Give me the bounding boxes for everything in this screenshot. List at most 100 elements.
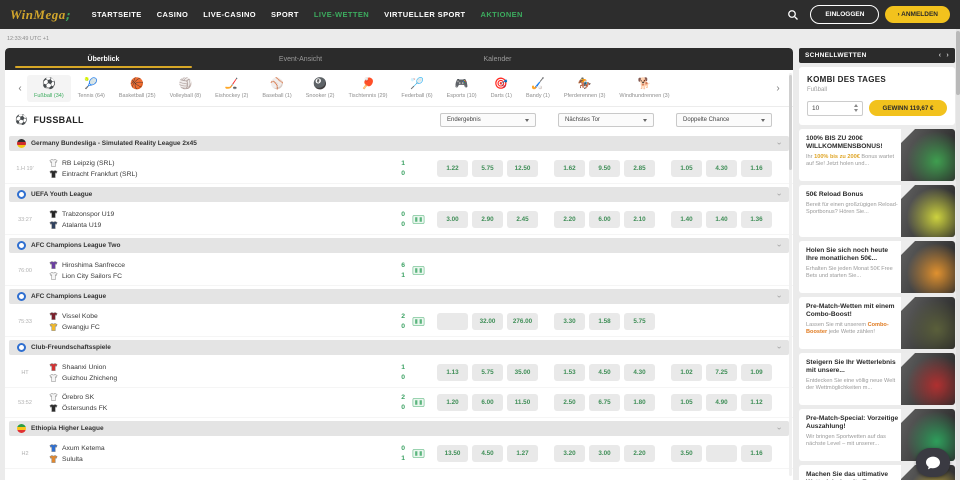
league-header-germany-bundesliga-simulated-reality-league-2x45[interactable]: Germany Bundesliga - Simulated Reality L… (9, 136, 789, 151)
odd-button[interactable]: 276.00 (507, 313, 538, 330)
odd-button[interactable]: 1.53 (554, 364, 585, 381)
match-teams[interactable]: Hiroshima Sanfrecce Lion City Sailors FC (45, 261, 393, 280)
match-teams[interactable]: Shaanxi Union Guizhou Zhicheng (45, 363, 393, 382)
odd-button[interactable]: 5.75 (472, 364, 503, 381)
stats-icon[interactable] (412, 445, 425, 463)
odd-button[interactable]: 12.50 (507, 160, 538, 177)
odd-button[interactable]: 3.00 (589, 445, 620, 462)
odd-button[interactable]: 13.50 (437, 445, 468, 462)
league-header-ethiopia-higher-league[interactable]: Ethiopia Higher League › (9, 421, 789, 436)
stats-icon[interactable] (412, 211, 425, 229)
odd-button[interactable]: 5.75 (472, 160, 503, 177)
market-select-2[interactable]: Nächstes Tor (558, 113, 654, 127)
match-teams[interactable]: Trabzonspor U19 Atalanta U19 (45, 210, 393, 229)
promo-card[interactable]: 100% BIS ZU 200€ WILLKOMMENSBONUS! Ihr 10… (799, 129, 955, 181)
sport-item-pferderennen[interactable]: 🏇 Pferderennen (3) (557, 75, 613, 102)
odd-button[interactable]: 2.85 (624, 160, 655, 177)
odd-button[interactable]: 11.50 (507, 394, 538, 411)
league-header-afc-champions-league-two[interactable]: AFC Champions League Two › (9, 238, 789, 253)
stats-icon[interactable] (412, 313, 425, 331)
chevron-left-icon[interactable]: ‹ (13, 83, 27, 94)
sport-item-tischtennis[interactable]: 🏓 Tischtennis (29) (342, 75, 395, 102)
odd-button[interactable]: 1.62 (554, 160, 585, 177)
sport-item-tennis[interactable]: 🎾 Tennis (64) (71, 75, 112, 102)
odd-button-blank[interactable] (706, 445, 737, 462)
step-down-icon[interactable] (854, 108, 858, 112)
odd-button[interactable]: 1.02 (671, 364, 702, 381)
match-teams[interactable]: RB Leipzig (SRL) Eintracht Frankfurt (SRL… (45, 159, 393, 178)
market-select-3[interactable]: Doppelte Chance (676, 113, 772, 127)
odd-button[interactable]: 3.50 (671, 445, 702, 462)
sport-item-basketball[interactable]: 🏀 Basketball (25) (112, 75, 163, 102)
odd-button[interactable]: 4.90 (706, 394, 737, 411)
chevron-right-icon[interactable]: › (771, 83, 785, 94)
nav-item-virtueller-sport[interactable]: VIRTUELLER SPORT (384, 10, 465, 19)
odd-button-blank[interactable] (437, 313, 468, 330)
stake-stepper[interactable] (854, 104, 858, 112)
content-scrollbar[interactable] (789, 73, 792, 476)
nav-item-aktionen[interactable]: AKTIONEN (481, 10, 523, 19)
odd-button[interactable]: 2.20 (624, 445, 655, 462)
nav-item-startseite[interactable]: STARTSEITE (92, 10, 142, 19)
odd-button[interactable]: 4.30 (624, 364, 655, 381)
sport-item-darts[interactable]: 🎯 Darts (1) (484, 75, 519, 102)
match-teams[interactable]: Axum Ketema Sululta (45, 444, 393, 463)
odd-button[interactable]: 6.00 (472, 394, 503, 411)
odd-button[interactable]: 35.00 (507, 364, 538, 381)
register-button[interactable]: › ANMELDEN (885, 6, 950, 23)
odd-button[interactable]: 4.50 (472, 445, 503, 462)
odd-button[interactable]: 1.16 (741, 445, 772, 462)
match-row[interactable]: 1.H 19' RB Leipzig (SRL) Eintracht Frankfu… (5, 154, 793, 184)
sport-item-federball[interactable]: 🏸 Federball (6) (394, 75, 439, 102)
logo[interactable]: WinMegaꓼ (10, 7, 70, 23)
odd-button[interactable]: 2.50 (554, 394, 585, 411)
match-row[interactable]: 75:33 Vissel Kobe Gwangju FC 2 0 32.00 276.00 3… (5, 307, 793, 337)
page-scrollbar[interactable] (956, 29, 960, 480)
odd-button[interactable]: 9.50 (589, 160, 620, 177)
chevron-left-icon[interactable]: ‹ (939, 52, 942, 59)
odd-button[interactable]: 1.05 (671, 394, 702, 411)
odd-button[interactable]: 4.50 (589, 364, 620, 381)
page-scrollbar-thumb[interactable] (956, 31, 960, 95)
odd-button[interactable]: 3.20 (554, 445, 585, 462)
odd-button[interactable]: 1.09 (741, 364, 772, 381)
odd-button[interactable]: 1.20 (437, 394, 468, 411)
scrollbar-thumb[interactable] (789, 75, 792, 170)
sport-item-snooker[interactable]: 🎱 Snooker (2) (299, 75, 342, 102)
search-button[interactable] (784, 9, 802, 21)
match-row[interactable]: 33:27 Trabzonspor U19 Atalanta U19 0 0 3.00 2.… (5, 205, 793, 235)
odd-button[interactable]: 1.16 (741, 160, 772, 177)
sport-item-windhundrennen[interactable]: 🐕 Windhundrennen (3) (612, 75, 676, 102)
match-row[interactable]: 53:52 Örebro SK Östersunds FK 2 0 1.20 6.00 11.… (5, 388, 793, 418)
match-row[interactable]: H2 Axum Ketema Sululta 0 1 13.50 4.50 1.27 3.20 3… (5, 439, 793, 469)
odd-button[interactable]: 2.90 (472, 211, 503, 228)
odd-button[interactable]: 1.40 (671, 211, 702, 228)
step-up-icon[interactable] (854, 104, 858, 108)
nav-item-live-casino[interactable]: LIVE-CASINO (203, 10, 256, 19)
odd-button[interactable]: 6.00 (589, 211, 620, 228)
odd-button[interactable]: 1.22 (437, 160, 468, 177)
league-header-afc-champions-league[interactable]: AFC Champions League › (9, 289, 789, 304)
odd-button[interactable]: 4.30 (706, 160, 737, 177)
tab-ueberblick[interactable]: Überblick (5, 48, 202, 70)
odd-button[interactable]: 1.12 (741, 394, 772, 411)
market-select-1[interactable]: Endergebnis (440, 113, 536, 127)
odd-button[interactable]: 1.36 (741, 211, 772, 228)
nav-item-casino[interactable]: CASINO (157, 10, 189, 19)
match-teams[interactable]: Vissel Kobe Gwangju FC (45, 312, 393, 331)
odd-button[interactable]: 5.75 (624, 313, 655, 330)
odd-button[interactable]: 32.00 (472, 313, 503, 330)
promo-card[interactable]: Steigern Sie Ihr Wetterlebnis mit unsere… (799, 353, 955, 405)
odd-button[interactable]: 3.30 (554, 313, 585, 330)
odd-button[interactable]: 1.27 (507, 445, 538, 462)
match-teams[interactable]: Örebro SK Östersunds FK (45, 393, 393, 412)
chat-button[interactable] (916, 448, 950, 477)
promo-card[interactable]: Pre-Match-Wetten mit einem Combo-Boost! L… (799, 297, 955, 349)
odd-button[interactable]: 1.05 (671, 160, 702, 177)
stats-icon[interactable] (412, 262, 425, 280)
chevron-right-icon[interactable]: › (946, 52, 949, 59)
odd-button[interactable]: 6.75 (589, 394, 620, 411)
promo-card[interactable]: 50€ Reload Bonus Bereit für einen großzüg… (799, 185, 955, 237)
league-header-club-freundschaftsspiele[interactable]: Club-Freundschaftsspiele › (9, 340, 789, 355)
odd-button[interactable]: 2.20 (554, 211, 585, 228)
